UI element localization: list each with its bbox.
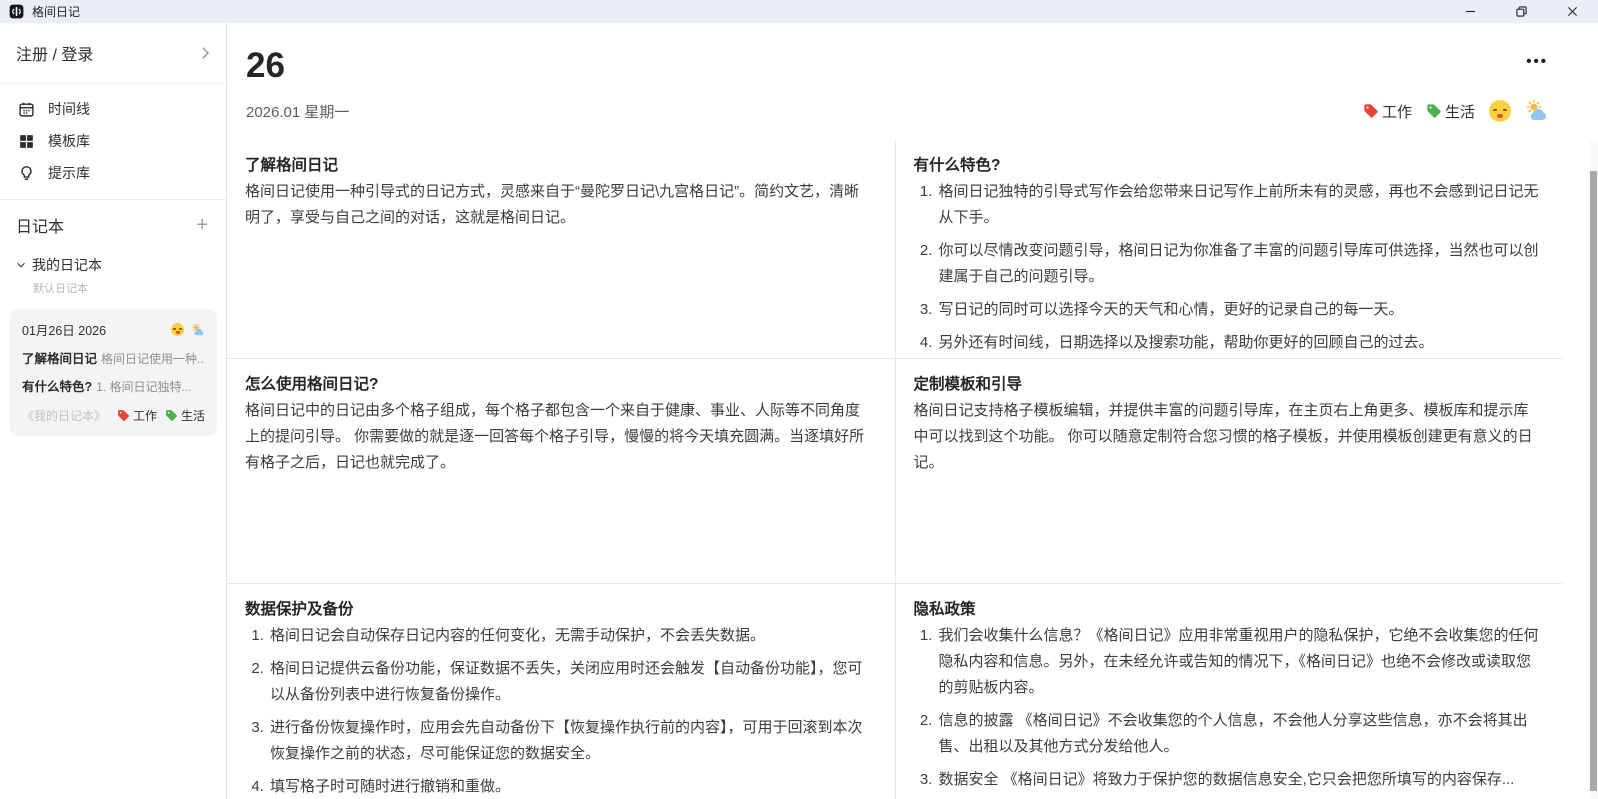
diary-cell-backup[interactable]: 数据保护及备份 格间日记会自动保存日记内容的任何变化，无需手动保护，不会丢失数据… xyxy=(227,583,895,799)
list-item: 数据安全 《格间日记》将致力于保护您的数据信息安全,它只会把您所填写的内容保存.… xyxy=(937,767,1541,793)
diary-section-title: 日记本 xyxy=(16,213,64,237)
login-label: 注册 / 登录 xyxy=(16,41,93,65)
minimize-button[interactable] xyxy=(1445,0,1496,23)
chevron-down-icon xyxy=(14,258,28,272)
scrollbar-thumb[interactable] xyxy=(1590,171,1597,791)
day-number: 26 xyxy=(246,46,285,86)
list-item: 格间日记提供云备份功能，保证数据不丢失，关闭应用时还会触发【自动备份功能】，您可… xyxy=(268,656,873,708)
weather-icon[interactable] xyxy=(1525,99,1549,123)
diary-section-header: 日记本 + xyxy=(0,200,226,243)
list-item: 格间日记独特的引导式写作会给您带来日记写作上前所未有的灵感，再也不会感到记日记无… xyxy=(937,179,1541,231)
sidebar-item-prompts[interactable]: 提示库 xyxy=(0,157,226,189)
diary-cell-features[interactable]: 有什么特色? 格间日记独特的引导式写作会给您带来日记写作上前所未有的灵感，再也不… xyxy=(895,140,1563,358)
weather-icon xyxy=(191,323,205,337)
diary-cell-howto[interactable]: 怎么使用格间日记? 格间日记中的日记由多个格子组成，每个格子都包含一个来自于健康… xyxy=(227,358,895,583)
cell-text: 格间日记支持格子模板编辑，并提供丰富的问题引导库，在主页右上角更多、模板库和提示… xyxy=(914,398,1541,476)
list-item: 进行备份恢复操作时，应用会先自动备份下【恢复操作执行前的内容】，可用于回滚到本次… xyxy=(268,715,873,767)
scrollbar-track[interactable] xyxy=(1589,140,1598,799)
notebook-row[interactable]: 我的日记本 xyxy=(0,243,226,277)
mood-emoji-icon[interactable] xyxy=(1489,100,1511,122)
tag-icon xyxy=(117,409,130,422)
window-title: 格间日记 xyxy=(32,3,80,20)
sidebar-item-templates[interactable]: 模板库 xyxy=(0,125,226,157)
sidebar: 注册 / 登录 时间线 模板库 xyxy=(0,23,227,799)
cell-list: 我们会收集什么信息？《格间日记》应用非常重视用户的隐私保护，它绝不会收集您的任何… xyxy=(914,623,1541,793)
list-item: 另外还有时间线，日期选择以及搜索功能，帮助你更好的回顾自己的过去。 xyxy=(937,330,1541,356)
login-row[interactable]: 注册 / 登录 xyxy=(0,23,226,84)
more-menu-button[interactable]: ••• xyxy=(1526,53,1548,70)
tag-life: 生活 xyxy=(165,407,205,424)
cell-list: 格间日记会自动保存日记内容的任何变化，无需手动保护，不会丢失数据。 格间日记提供… xyxy=(245,623,873,799)
diary-cell-custom-templates[interactable]: 定制模板和引导 格间日记支持格子模板编辑，并提供丰富的问题引导库，在主页右上角更… xyxy=(895,358,1563,583)
titlebar: 格间日记 xyxy=(0,0,1598,23)
close-button[interactable] xyxy=(1547,0,1598,23)
date-line: 2026.01 星期一 xyxy=(246,101,349,122)
notebook-name: 我的日记本 xyxy=(32,255,102,275)
sidebar-item-label: 模板库 xyxy=(48,131,90,151)
list-item: 我们会收集什么信息？《格间日记》应用非常重视用户的隐私保护，它绝不会收集您的任何… xyxy=(937,623,1541,701)
sidebar-item-timeline[interactable]: 时间线 xyxy=(0,93,226,125)
tag-work: 工作 xyxy=(117,407,157,424)
add-notebook-button[interactable]: + xyxy=(192,217,212,233)
list-item: 填写格子时可随时进行撤销和重做。 xyxy=(268,774,873,799)
notebook-subtitle: 默认日记本 xyxy=(0,277,226,296)
diary-grid: 了解格间日记 格间日记使用一种引导式的日记方式，灵感来自于“曼陀罗日记\九宫格日… xyxy=(227,140,1562,799)
sidebar-item-label: 时间线 xyxy=(48,99,90,119)
diary-entry-card[interactable]: 01月26日 2026 了解格 xyxy=(10,309,217,436)
tag-icon xyxy=(1363,103,1379,119)
cell-list: 格间日记独特的引导式写作会给您带来日记写作上前所未有的灵感，再也不会感到记日记无… xyxy=(914,179,1541,356)
entry-notebook-ref: 《我的日记本》 xyxy=(22,407,106,424)
cell-text: 格间日记使用一种引导式的日记方式，灵感来自于“曼陀罗日记\九宫格日记”。简约文艺… xyxy=(245,179,873,231)
tag-life[interactable]: 生活 xyxy=(1426,101,1475,122)
list-item: 你可以尽情改变问题引导，格间日记为你准备了丰富的问题引导库可供选择，当然也可以创… xyxy=(937,238,1541,290)
list-item: 写日记的同时可以选择今天的天气和心情，更好的记录自己的每一天。 xyxy=(937,297,1541,323)
grid-icon xyxy=(18,133,35,150)
sidebar-nav: 时间线 模板库 提示库 xyxy=(0,84,226,200)
cell-text: 格间日记中的日记由多个格子组成，每个格子都包含一个来自于健康、事业、人际等不同角… xyxy=(245,398,873,476)
entry-date: 01月26日 2026 xyxy=(22,320,106,339)
tag-icon xyxy=(165,409,178,422)
mood-emoji-icon xyxy=(171,323,184,336)
restore-button[interactable] xyxy=(1496,0,1547,23)
entry-preview-line: 了解格间日记格间日记使用一种... xyxy=(22,348,205,367)
entry-meta-row: 工作 生活 xyxy=(1363,99,1549,123)
diary-page: 26 2026.01 星期一 ••• 工作 生活 xyxy=(227,23,1598,799)
diary-cell-intro[interactable]: 了解格间日记 格间日记使用一种引导式的日记方式，灵感来自于“曼陀罗日记\九宫格日… xyxy=(227,140,895,358)
tag-icon xyxy=(1426,103,1442,119)
chevron-right-icon xyxy=(196,44,214,62)
list-item: 格间日记会自动保存日记内容的任何变化，无需手动保护，不会丢失数据。 xyxy=(268,623,873,649)
sidebar-item-label: 提示库 xyxy=(48,163,90,183)
app-logo-icon xyxy=(9,4,24,19)
list-item: 信息的披露 《格间日记》不会收集您的个人信息，不会他人分享这些信息，亦不会将其出… xyxy=(937,708,1541,760)
entry-preview-line: 有什么特色?1. 格间日记独特... xyxy=(22,376,205,395)
tag-work[interactable]: 工作 xyxy=(1363,101,1412,122)
diary-cell-privacy[interactable]: 隐私政策 我们会收集什么信息？《格间日记》应用非常重视用户的隐私保护，它绝不会收… xyxy=(895,583,1563,799)
bulb-icon xyxy=(18,165,35,182)
calendar-icon xyxy=(18,101,35,118)
